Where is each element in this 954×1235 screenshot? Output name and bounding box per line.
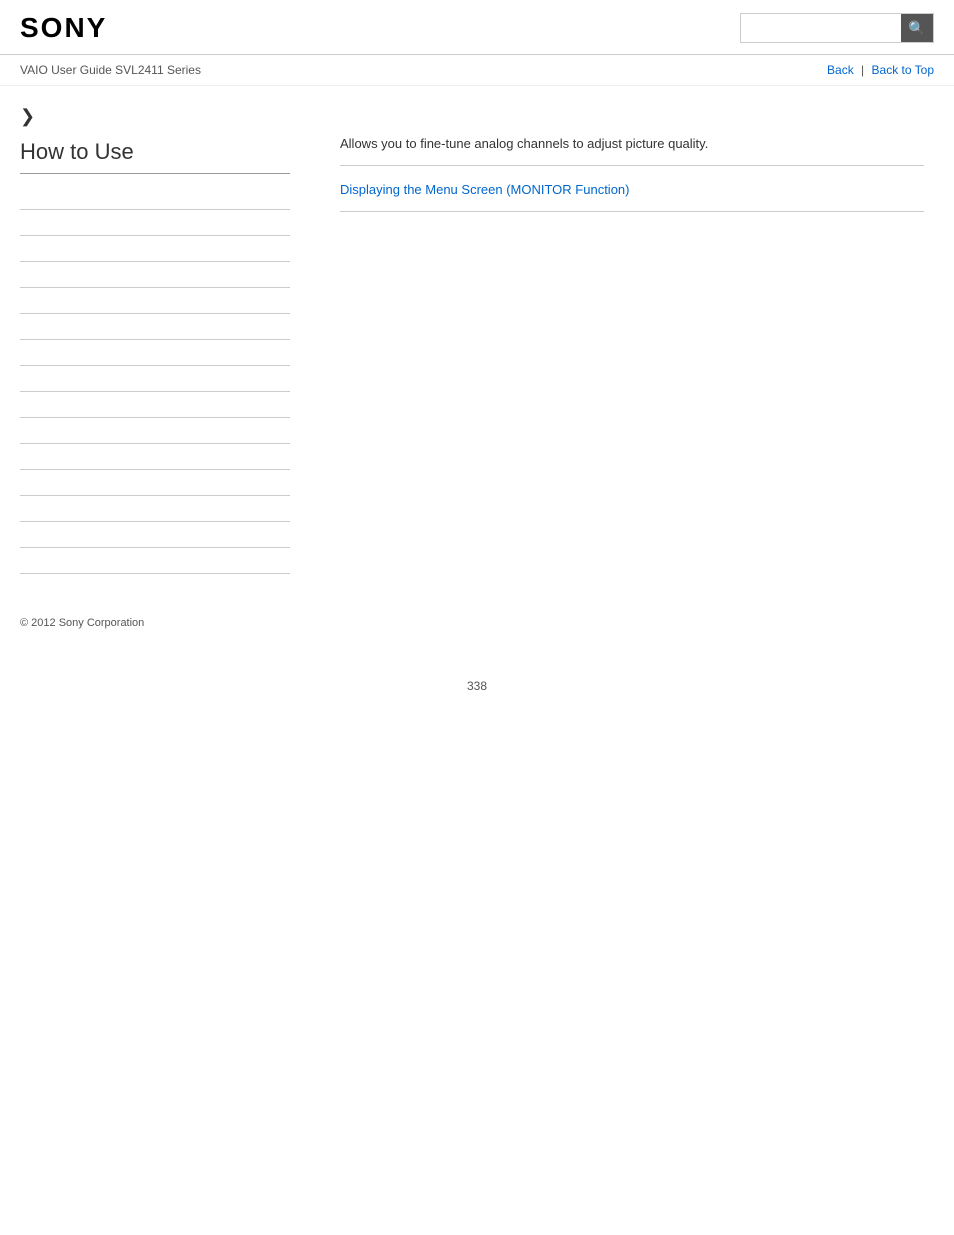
search-button[interactable]: 🔍 [901,14,933,42]
sidebar-link[interactable] [20,236,290,262]
list-item [20,444,290,470]
content-area: Allows you to fine-tune analog channels … [310,86,954,594]
sidebar-link[interactable] [20,184,290,210]
copyright-text: © 2012 Sony Corporation [20,617,144,629]
sidebar-link[interactable] [20,262,290,288]
sidebar-link[interactable] [20,314,290,340]
list-item [20,548,290,574]
chevron-icon: ❯ [20,106,290,127]
main-container: ❯ How to Use Allows you to fine-tune ana… [0,86,954,594]
list-item [20,288,290,314]
breadcrumb-separator: | [861,63,864,77]
sidebar-link[interactable] [20,210,290,236]
list-item [20,392,290,418]
list-item [20,522,290,548]
list-item [20,236,290,262]
sidebar-link[interactable] [20,522,290,548]
list-item [20,496,290,522]
breadcrumb-nav: Back | Back to Top [827,63,934,77]
list-item [20,262,290,288]
search-box: 🔍 [740,13,934,43]
monitor-function-link[interactable]: Displaying the Menu Screen (MONITOR Func… [340,182,629,197]
sidebar-link[interactable] [20,496,290,522]
breadcrumb-bar: VAIO User Guide SVL2411 Series Back | Ba… [0,55,954,86]
sidebar-link[interactable] [20,392,290,418]
list-item [20,470,290,496]
back-link[interactable]: Back [827,63,854,77]
content-description: Allows you to fine-tune analog channels … [340,136,924,166]
list-item [20,210,290,236]
sidebar: ❯ How to Use [0,86,310,594]
search-input[interactable] [741,14,901,42]
list-item [20,366,290,392]
list-item [20,418,290,444]
page-number: 338 [0,679,954,703]
footer: © 2012 Sony Corporation [0,594,954,639]
sidebar-link[interactable] [20,548,290,574]
sidebar-link[interactable] [20,470,290,496]
sidebar-link[interactable] [20,418,290,444]
list-item [20,340,290,366]
content-link-section: Displaying the Menu Screen (MONITOR Func… [340,182,924,212]
sidebar-link[interactable] [20,444,290,470]
sidebar-links [20,184,290,574]
sidebar-title: How to Use [20,139,290,174]
breadcrumb-left: VAIO User Guide SVL2411 Series [20,63,201,77]
sony-logo: SONY [20,12,107,44]
back-to-top-link[interactable]: Back to Top [872,63,934,77]
header: SONY 🔍 [0,0,954,55]
list-item [20,184,290,210]
list-item [20,314,290,340]
sidebar-link[interactable] [20,366,290,392]
sidebar-link[interactable] [20,340,290,366]
search-icon: 🔍 [908,20,925,37]
sidebar-link[interactable] [20,288,290,314]
